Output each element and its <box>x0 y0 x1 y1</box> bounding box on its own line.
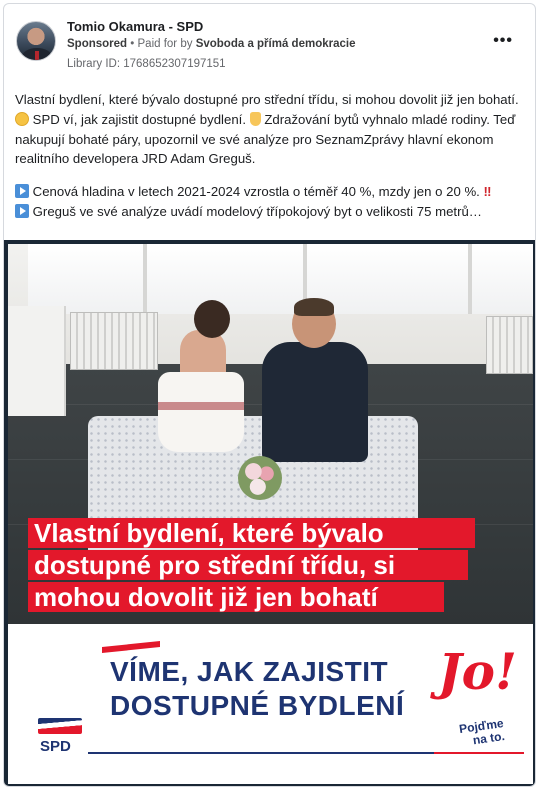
ad-body-text: Vlastní bydlení, které bývalo dostupné p… <box>15 90 523 222</box>
ad-header: Tomio Okamura - SPD Sponsored • Paid for… <box>12 14 527 74</box>
page-avatar[interactable] <box>16 21 56 61</box>
spd-logo-text: SPD <box>40 738 71 755</box>
body-paragraph-3: Greguš ve své analýze uvádí modelový tří… <box>15 202 523 222</box>
image-caption-line-1: Vlastní bydlení, které bývalo <box>28 518 475 548</box>
body-text-sentence-1: Vlastní bydlení, které bývalo dostupné p… <box>15 92 519 107</box>
jo-slogan: Jo! <box>438 642 517 701</box>
avatar-tie <box>35 51 39 60</box>
image-caption-line-2: dostupné pro střední třídu, si <box>28 550 468 580</box>
banner-red-stroke <box>102 640 160 654</box>
banner-headline-line-2: DOSTUPNÉ BYDLENÍ <box>110 690 405 721</box>
library-id: Library ID: 1768652307197151 <box>67 58 226 70</box>
play-button-emoji-icon <box>15 203 29 218</box>
photo-bride-head <box>194 300 230 338</box>
window-frame <box>143 244 147 314</box>
image-caption-line-3: mohou dovolit již jen bohatí <box>28 582 444 612</box>
ad-card: Tomio Okamura - SPD Sponsored • Paid for… <box>3 3 536 787</box>
photo-bouquet <box>238 456 282 500</box>
photo-dress-sash <box>158 402 244 410</box>
more-horizontal-icon[interactable]: ••• <box>493 32 513 50</box>
paid-for-by-label: Paid for by <box>137 38 193 50</box>
flushed-face-emoji-icon <box>15 111 29 126</box>
window-frame <box>468 244 472 314</box>
photo-radiator-left <box>70 312 158 370</box>
double-exclamation-emoji-icon: ‼ <box>483 184 492 200</box>
photo-groom-suit <box>262 342 368 462</box>
spd-logo: SPD <box>38 712 84 764</box>
pojdme-slogan: Pojďme na to. <box>458 716 506 749</box>
photo-windows <box>28 244 533 314</box>
body-paragraph-2: Cenová hladina v letech 2021-2024 vzrost… <box>15 182 523 202</box>
payer-name[interactable]: Svoboda a přímá demokracie <box>196 38 356 50</box>
ad-meta: Sponsored • Paid for by Svoboda a přímá … <box>67 38 355 50</box>
pointing-up-emoji-icon <box>249 111 261 126</box>
play-button-emoji-icon <box>15 184 29 199</box>
body-text-sentence-2: SPD ví, jak zajistit dostupné bydlení. <box>32 111 246 127</box>
page-name[interactable]: Tomio Okamura - SPD <box>67 19 203 34</box>
photo-groom-hair <box>294 298 334 316</box>
ad-media[interactable]: Vlastní bydlení, které bývalo dostupné p… <box>4 240 535 786</box>
meta-separator: • <box>130 38 135 50</box>
photo-radiator-right <box>486 316 533 374</box>
body-paragraph-1: Vlastní bydlení, které bývalo dostupné p… <box>15 90 523 169</box>
spd-flag-icon <box>38 718 82 734</box>
photo-cabinet <box>8 306 66 416</box>
ad-banner: VÍME, JAK ZAJISTIT DOSTUPNÉ BYDLENÍ Jo! … <box>8 624 533 784</box>
sponsored-label: Sponsored <box>67 38 128 50</box>
banner-bottom-line <box>88 752 434 754</box>
ad-photo: Vlastní bydlení, které bývalo dostupné p… <box>8 244 533 624</box>
banner-headline-line-1: VÍME, JAK ZAJISTIT <box>110 656 389 687</box>
body-text-stat: Cenová hladina v letech 2021-2024 vzrost… <box>32 184 480 200</box>
body-text-truncated[interactable]: Greguš ve své analýze uvádí modelový tří… <box>33 204 482 219</box>
banner-bottom-red-line <box>434 752 524 754</box>
photo-bride-dress <box>158 372 244 452</box>
